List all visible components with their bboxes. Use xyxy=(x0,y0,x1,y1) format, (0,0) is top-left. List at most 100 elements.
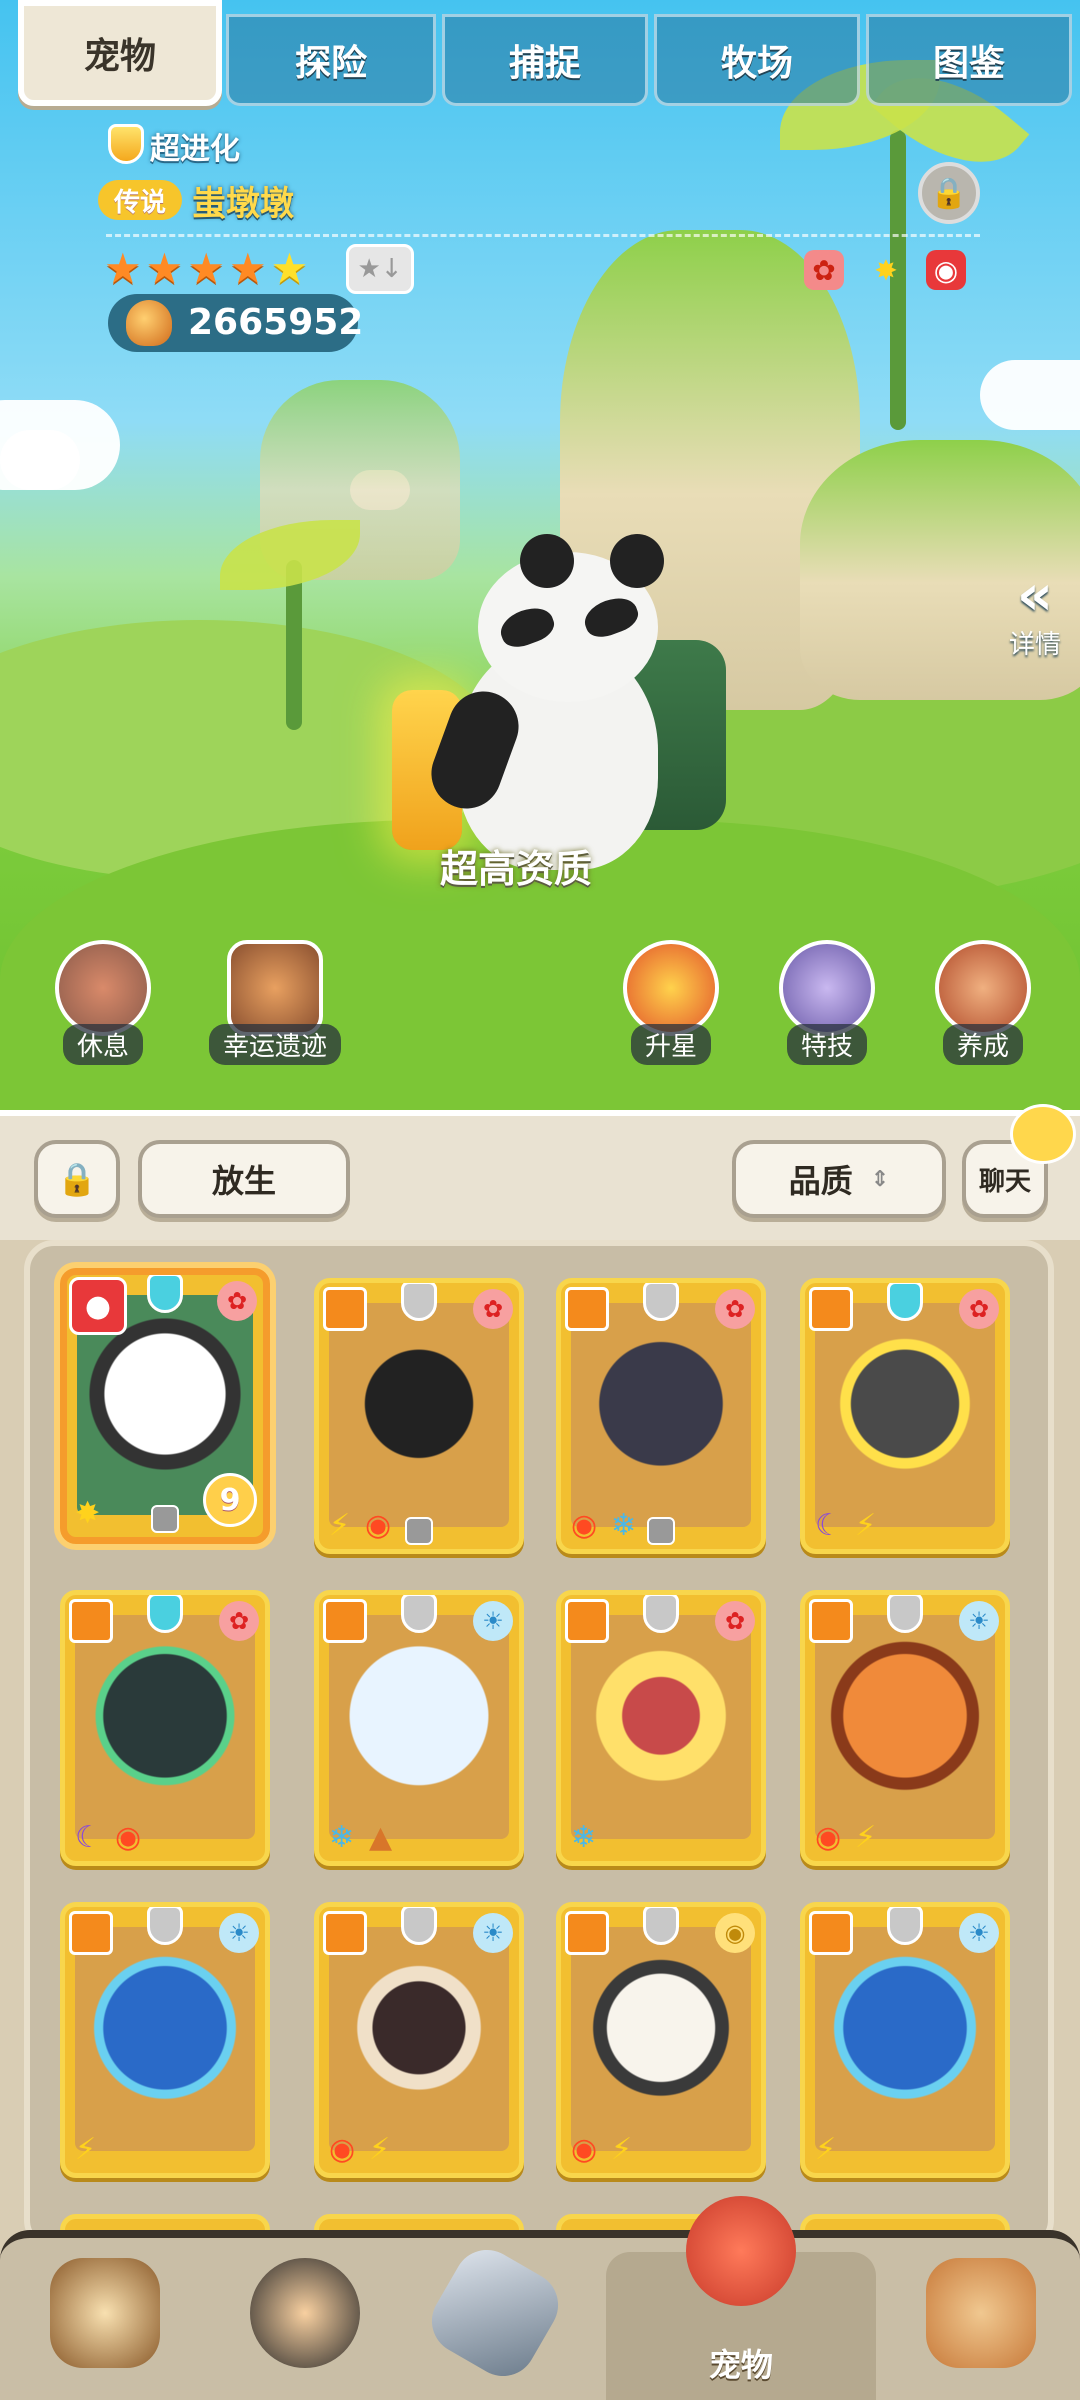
tab-capture[interactable]: 捕捉 xyxy=(442,14,648,106)
rank-gem-icon xyxy=(147,1595,183,1633)
pet-portrait xyxy=(329,1303,509,1527)
star-icon: ★ xyxy=(270,244,309,293)
sleeping-pet-icon xyxy=(55,940,151,1036)
electric-icon: ⚡ xyxy=(75,2132,97,2167)
rank-badge-icon xyxy=(108,124,144,164)
power-display: 2665952 xyxy=(108,294,363,352)
pet-card-selected[interactable]: ● ✿ ✸ 9 xyxy=(60,1268,270,1544)
electric-icon: ⚡ xyxy=(329,1508,351,1543)
egg-icon xyxy=(565,1287,609,1331)
rank-gem-icon xyxy=(401,1283,437,1321)
star-up-button[interactable]: 升星 xyxy=(606,940,736,1065)
egg-icon xyxy=(809,1287,853,1331)
nav-home[interactable] xyxy=(906,2258,1056,2388)
quality-label: 超高资质 xyxy=(440,847,593,891)
equipment-icon xyxy=(419,2237,571,2389)
beast-type-icon[interactable]: ✿ xyxy=(804,250,844,290)
pet-card[interactable]: ✿ ⚡ ◉ xyxy=(314,1278,524,1554)
pet-name: 蚩墩墩 xyxy=(192,184,294,224)
tier-badge: 传说 xyxy=(98,180,182,220)
pet-card[interactable]: ☀ ❄ ▲ xyxy=(314,1590,524,1866)
egg-icon xyxy=(809,1599,853,1643)
lock-icon: 🔒 xyxy=(57,1160,97,1198)
pet-card[interactable]: ✿ ☾ ◉ xyxy=(60,1590,270,1866)
wind-type-icon: ☀ xyxy=(959,1601,999,1641)
ruins-icon xyxy=(227,940,323,1036)
egg-icon xyxy=(69,1911,113,1955)
sort-arrows-icon: ⇕ xyxy=(870,1166,890,1192)
nav-equipment[interactable] xyxy=(419,2237,571,2389)
pet-portrait xyxy=(329,1927,509,2151)
egg-icon xyxy=(565,1599,609,1643)
wind-type-icon: ☀ xyxy=(959,1913,999,1953)
star-icon: ★ xyxy=(187,244,225,293)
divider xyxy=(106,234,980,237)
electric-star-icon: ✸ xyxy=(75,1496,101,1531)
fire-rune-icon[interactable]: ◉ xyxy=(926,250,966,290)
lock-icon[interactable]: 🔒 xyxy=(918,162,980,224)
egg-icon xyxy=(323,1599,367,1643)
star-icon: ★ xyxy=(228,244,267,293)
rank-gem-icon xyxy=(643,1283,679,1321)
beast-type-icon: ✿ xyxy=(217,1281,257,1321)
wind-type-icon: ☀ xyxy=(473,1913,513,1953)
nav-pets[interactable] xyxy=(666,2196,816,2326)
tab-codex[interactable]: 图鉴 xyxy=(866,14,1072,106)
fire-icon: ◉ xyxy=(329,2132,356,2167)
pet-card[interactable]: ◉ ◉ ⚡ xyxy=(556,1902,766,2178)
tab-ranch[interactable]: 牧场 xyxy=(654,14,860,106)
pet-portrait xyxy=(571,1615,751,1839)
star-toggle-button[interactable]: ★↓ xyxy=(346,244,414,294)
beast-type-icon: ✿ xyxy=(219,1601,259,1641)
nav-tribe[interactable] xyxy=(30,2258,180,2388)
egg-icon xyxy=(323,1911,367,1955)
egg-icon xyxy=(809,1911,853,1955)
lucky-ruins-button[interactable]: 幸运遗迹 xyxy=(200,940,350,1065)
rank-gem-icon xyxy=(887,1283,923,1321)
pet-portrait xyxy=(815,1927,995,2151)
wind-type-icon: ☀ xyxy=(473,1601,513,1641)
tab-explore[interactable]: 探险 xyxy=(226,14,436,106)
tab-pets[interactable]: 宠物 xyxy=(18,0,222,106)
ice-icon: ❄ xyxy=(571,1820,597,1855)
fire-icon: ◉ xyxy=(571,2132,598,2167)
pet-card[interactable]: ☀ ⚡ xyxy=(800,1902,1010,2178)
rest-button[interactable]: 休息 xyxy=(38,940,168,1065)
rank-gem-icon xyxy=(401,1907,437,1945)
pet-card[interactable]: ☀ ⚡ xyxy=(60,1902,270,2178)
pet-portrait xyxy=(571,1303,751,1527)
egg-icon xyxy=(69,1599,113,1643)
rank-gem-icon xyxy=(147,1275,183,1313)
chat-emoji-icon[interactable] xyxy=(1010,1104,1076,1164)
pet-card[interactable]: ✿ ❄ xyxy=(556,1590,766,1866)
beast-type-icon: ✿ xyxy=(715,1601,755,1641)
quality-sort-select[interactable]: 品质 ⇕ xyxy=(732,1140,946,1218)
pet-card[interactable]: ☀ ◉ ⚡ xyxy=(800,1590,1010,1866)
tribe-chief-icon xyxy=(50,2258,160,2368)
beast-type-icon: ✿ xyxy=(715,1289,755,1329)
pet-portrait xyxy=(75,1615,255,1839)
pet-card[interactable]: ✿ ☾ ⚡ xyxy=(800,1278,1010,1554)
pet-portrait xyxy=(75,1927,255,2151)
electric-star-icon[interactable]: ✸ xyxy=(866,250,906,290)
nav-character[interactable] xyxy=(230,2258,380,2388)
details-button[interactable]: « 详情 xyxy=(1000,568,1070,661)
character-icon xyxy=(250,2258,360,2368)
skill-button[interactable]: 特技 xyxy=(762,940,892,1065)
pet-card[interactable]: ☀ ◉ ⚡ xyxy=(314,1902,524,2178)
star-rating: ★ ★ ★ ★ ★ xyxy=(104,248,308,290)
electric-icon: ⚡ xyxy=(815,2132,837,2167)
lock-icon xyxy=(647,1517,675,1545)
pet-card[interactable]: ✿ ◉ ❄ xyxy=(556,1278,766,1554)
release-button[interactable]: 放生 xyxy=(138,1140,350,1218)
power-bag-icon xyxy=(126,300,172,346)
ice-icon: ❄ xyxy=(329,1820,355,1855)
lock-filter-button[interactable]: 🔒 xyxy=(34,1140,120,1218)
electric-icon: ⚡ xyxy=(855,1820,877,1855)
star-up-icon xyxy=(623,940,719,1036)
fire-icon: ◉ xyxy=(115,1820,142,1855)
beast-type-icon: ✿ xyxy=(959,1289,999,1329)
earth-type-icon: ◉ xyxy=(715,1913,755,1953)
cultivate-button[interactable]: 养成 xyxy=(918,940,1048,1065)
pet-portrait xyxy=(815,1303,995,1527)
